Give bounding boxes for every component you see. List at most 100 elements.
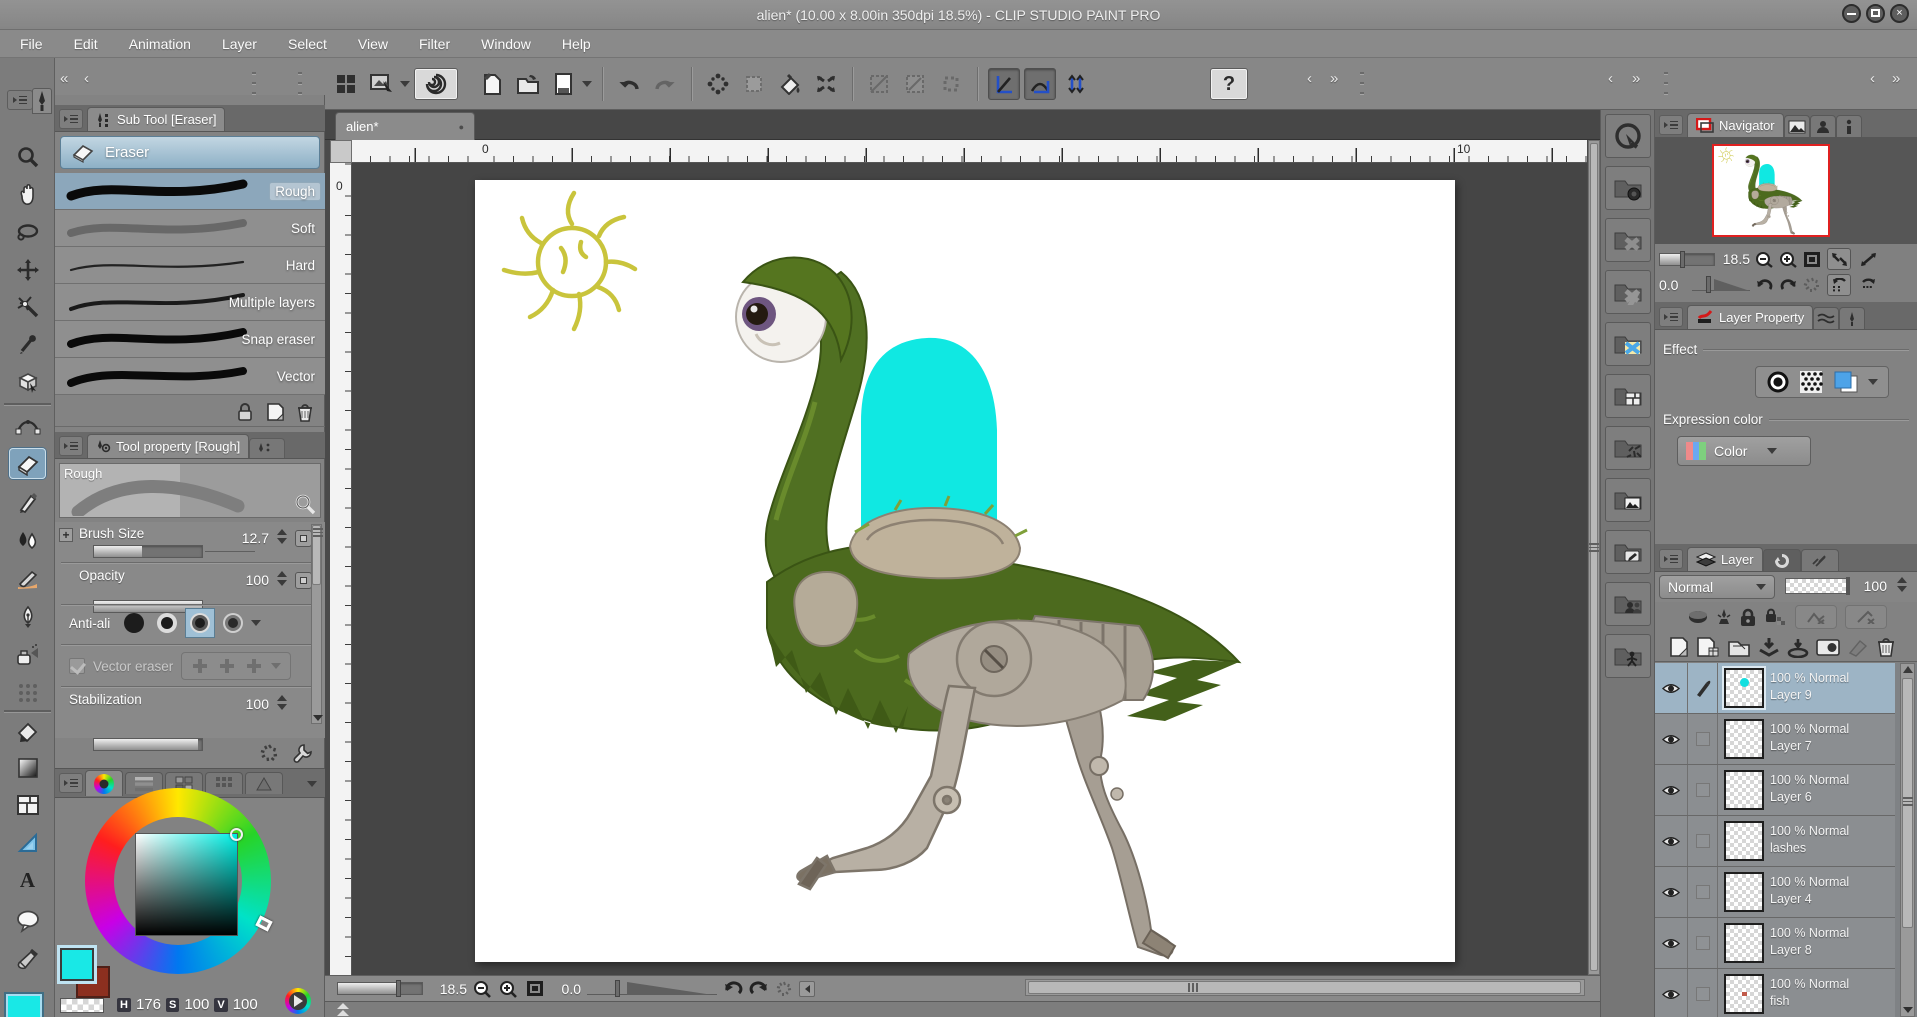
layer-property-menu-button[interactable] [1659,307,1683,327]
brush-size-value[interactable]: 12.7 [233,530,269,546]
eraser-tool[interactable] [9,448,46,479]
layer-row-fish[interactable]: 100 % Normal fish [1655,969,1895,1017]
sv-cursor[interactable] [230,828,243,841]
crop-mark-icon[interactable] [863,68,895,100]
workspace-grid-icon[interactable] [330,68,362,100]
navigator-flip-vertical-button[interactable] [1856,274,1880,296]
brush-size-dynamics-button[interactable] [295,530,312,547]
navigator-flip-horizontal-button[interactable] [1827,274,1851,296]
document-tab[interactable]: alien* ● [335,112,475,140]
layer8-thumbnail[interactable] [1724,923,1764,963]
color-dock-button-2[interactable] [1605,270,1651,314]
menu-select[interactable]: Select [278,36,348,52]
lashes-visibility-toggle[interactable] [1655,816,1688,866]
brush-size-spinner[interactable] [275,529,288,544]
layer9-visibility-toggle[interactable] [1655,663,1688,713]
blend-tool[interactable] [9,524,46,555]
color-dock-button-1[interactable] [1605,218,1651,262]
apply-mask-icon[interactable] [1847,637,1869,657]
lock-layer-icon[interactable] [1739,608,1757,627]
reset-tool-icon[interactable] [259,743,279,763]
subtool-tab[interactable]: Sub Tool [Eraser] [87,107,226,131]
screentone-effect-icon[interactable] [1799,370,1823,394]
auto-select-tool[interactable] [9,291,46,322]
tool-property-menu-button[interactable] [59,436,83,456]
layer-list-scrollbar[interactable] [1900,663,1915,1017]
layer4-name[interactable]: Layer 4 [1770,891,1849,908]
snap-special-ruler-icon[interactable] [1024,68,1056,100]
panel-dock-grip[interactable] [252,72,256,94]
layer-panel-tab[interactable]: Layer [1687,547,1763,571]
save-icon[interactable] [548,68,580,100]
help-button[interactable]: ? [1210,68,1248,100]
toolbar-menu-button[interactable] [7,90,33,110]
stabilization-spinner[interactable] [275,695,288,710]
ruler-range-button[interactable] [1845,605,1887,629]
close-button[interactable]: × [1890,4,1909,23]
canvas-dock-grip[interactable] [1360,72,1364,94]
menu-file[interactable]: File [10,36,64,52]
layer-search-tab[interactable] [1762,549,1801,571]
reset-view-icon[interactable] [775,980,793,998]
clip-studio-launch-button[interactable] [414,68,458,100]
subtool-item-soft[interactable]: Soft [55,210,325,247]
lock-subtool-icon[interactable] [235,402,255,422]
opacity-value[interactable]: 100 [233,572,269,588]
lashes-thumbnail[interactable] [1724,821,1764,861]
navigator-rotate-ccw-icon[interactable] [1755,277,1774,294]
menu-edit[interactable]: Edit [64,36,119,52]
correction-broom-tool[interactable] [9,943,46,974]
text-tool[interactable]: A [9,865,46,896]
reference-layer-icon[interactable] [1717,608,1731,626]
delete-subtool-icon[interactable] [295,402,315,422]
anti-aliasing-dropdown-icon[interactable] [251,620,261,626]
anti-aliasing-weak[interactable] [152,608,182,638]
fill-icon[interactable] [774,68,806,100]
preview-settings-icon[interactable] [294,493,316,515]
layer6-edit-checkbox[interactable] [1688,765,1718,815]
layer-property-tab[interactable]: Layer Property [1687,305,1814,329]
vector-eraser-checkbox[interactable] [69,658,85,674]
layer4-visibility-toggle[interactable] [1655,867,1688,917]
zoom-tool[interactable] [9,141,46,172]
material-edit-dock-button[interactable] [1605,530,1651,574]
menu-help[interactable]: Help [552,36,612,52]
layer9-thumbnail[interactable] [1724,668,1764,708]
screen-setting-icon[interactable] [366,68,398,100]
save-dropdown-icon[interactable] [582,81,592,87]
zoom-slider[interactable] [337,980,423,997]
material-layout-dock-button[interactable] [1605,374,1651,418]
color-history-tab[interactable] [245,772,283,794]
statusbar-expander[interactable] [325,1001,1600,1017]
layer8-edit-checkbox[interactable] [1688,918,1718,968]
move-layer-tool[interactable] [9,254,46,285]
navigator-rotate-cw-icon[interactable] [1779,277,1798,294]
pen-tool[interactable] [9,486,46,517]
correct-line-tool[interactable] [9,410,46,441]
zoom-in-icon[interactable] [499,980,519,998]
material-people-dock-button[interactable] [1605,582,1651,626]
layer-row-layer4[interactable]: 100 % Normal Layer 4 [1655,867,1895,918]
zoom-out-icon[interactable] [473,980,493,998]
opacity-dynamics-button[interactable] [295,572,312,589]
brush-tool[interactable] [9,563,46,594]
clipping-mask-icon[interactable] [1687,609,1709,625]
minimize-button[interactable] [1842,4,1861,23]
lashes-name[interactable]: lashes [1770,840,1849,857]
quick-access-dock-button[interactable] [1605,114,1651,158]
snap-grid-icon[interactable] [1060,68,1092,100]
material-tab[interactable] [1809,115,1836,137]
fish-edit-checkbox[interactable] [1688,969,1718,1017]
gradient-tool[interactable] [9,752,46,783]
snap-ruler-icon[interactable] [988,68,1020,100]
expression-color-dropdown[interactable]: Color [1677,436,1811,466]
tool-navigation-tab[interactable] [1839,307,1866,329]
material-pose-dock-button[interactable] [1605,634,1651,678]
navigator-rotation-slider[interactable] [1692,276,1750,294]
canvas-viewport[interactable] [352,163,1587,975]
material-image-dock-button[interactable] [1605,478,1651,522]
frame-border-tool[interactable] [9,789,46,820]
transform-icon[interactable] [810,68,842,100]
undo-icon[interactable] [613,68,645,100]
lock-transparent-icon[interactable] [1765,608,1787,627]
